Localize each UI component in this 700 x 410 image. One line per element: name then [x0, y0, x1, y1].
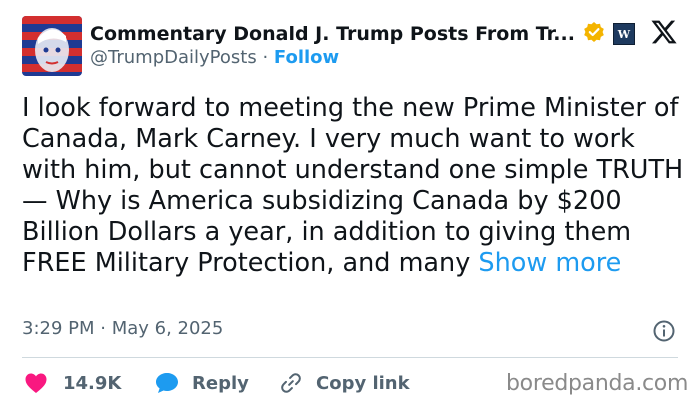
- reply-icon: [154, 371, 180, 395]
- copy-link-button[interactable]: Copy link: [280, 370, 410, 396]
- avatar[interactable]: [22, 16, 82, 76]
- reply-button[interactable]: Reply: [154, 370, 249, 396]
- brand-badge-letter: W: [617, 27, 631, 41]
- tweet-text: I look forward to meeting the new Prime …: [22, 93, 684, 279]
- divider: [22, 357, 678, 358]
- handle[interactable]: @TrumpDailyPosts: [90, 47, 257, 68]
- x-logo-icon[interactable]: [650, 18, 678, 46]
- display-name[interactable]: Commentary Donald J. Trump Posts From Tr…: [90, 23, 575, 45]
- handle-row: @TrumpDailyPosts · Follow: [90, 47, 339, 68]
- follow-button[interactable]: Follow: [274, 47, 339, 68]
- author-name-row: Commentary Donald J. Trump Posts From Tr…: [90, 20, 635, 48]
- show-more-link[interactable]: Show more: [478, 248, 621, 278]
- reply-label: Reply: [192, 372, 249, 394]
- like-button[interactable]: 14.9K: [24, 370, 121, 396]
- info-icon[interactable]: [652, 319, 676, 343]
- verified-badge-icon: [583, 21, 605, 47]
- like-count: 14.9K: [63, 372, 122, 394]
- timestamp[interactable]: 3:29 PM · May 6, 2025: [22, 318, 223, 339]
- heart-icon: [24, 372, 50, 394]
- link-icon: [280, 372, 304, 394]
- handle-separator: ·: [262, 47, 269, 68]
- brand-badge-icon: W: [612, 23, 635, 45]
- copy-link-label: Copy link: [316, 372, 410, 394]
- watermark: boredpanda.com: [506, 371, 689, 396]
